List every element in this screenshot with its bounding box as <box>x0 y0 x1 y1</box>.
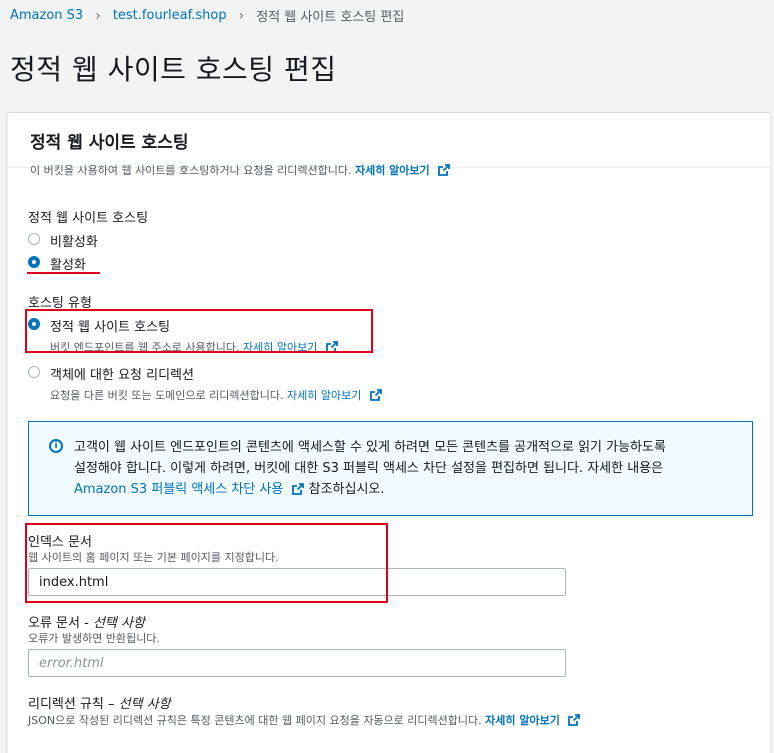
info-line-3: Amazon S3 퍼블릭 액세스 차단 사용 참조하십시오. <box>74 479 732 500</box>
panel-desc-text: 이 버킷을 사용하여 웹 사이트를 호스팅하거나 요청을 리디렉션합니다. <box>30 164 352 177</box>
error-doc-input[interactable]: error.html <box>28 649 566 677</box>
external-link-icon[interactable] <box>369 389 382 401</box>
chevron-right-icon: › <box>238 7 245 24</box>
radio-selected-icon[interactable] <box>28 256 40 268</box>
radio-redirect-desc: 요청을 다른 버킷 또는 도메인으로 리디렉션합니다. 자세히 알아보기 <box>50 387 382 403</box>
learn-more-link[interactable]: 자세히 알아보기 <box>485 714 560 727</box>
breadcrumb-s3[interactable]: Amazon S3 <box>10 8 83 23</box>
breadcrumb: Amazon S3 › test.fourleaf.shop › 정적 웹 사이… <box>10 6 405 26</box>
chevron-right-icon: › <box>95 7 101 24</box>
radio-circle-icon[interactable] <box>28 366 40 378</box>
error-doc-label: 오류 문서 - 선택 사항 <box>28 612 145 631</box>
optional-tag: 선택 사항 <box>92 616 145 631</box>
panel-title: 정적 웹 사이트 호스팅 <box>30 133 189 153</box>
radio-disable-label: 비활성화 <box>50 235 98 250</box>
info-icon: i <box>49 439 63 453</box>
static-desc-text: 버킷 엔드포인트를 웹 주소로 사용합니다. <box>50 341 240 354</box>
radio-redirect[interactable]: 객체에 대한 요청 리디렉션 요청을 다른 버킷 또는 도메인으로 리디렉션합니… <box>28 364 382 403</box>
hosting-type-label: 호스팅 유형 <box>28 296 92 311</box>
radio-disable[interactable]: 비활성화 <box>28 231 98 250</box>
breadcrumb-current: 정적 웹 사이트 호스팅 편집 <box>256 10 405 25</box>
radio-static-desc: 버킷 엔드포인트를 웹 주소로 사용합니다. 자세히 알아보기 <box>50 339 338 355</box>
redirect-desc-text: 요청을 다른 버킷 또는 도메인으로 리디렉션합니다. <box>50 389 284 402</box>
external-link-icon[interactable] <box>438 164 451 176</box>
panel-description: 이 버킷을 사용하여 웹 사이트를 호스팅하거나 요청을 리디렉션합니다. 자세… <box>30 162 748 178</box>
info-tail: 참조하십시오. <box>308 482 385 497</box>
index-doc-input[interactable]: index.html <box>28 568 566 596</box>
learn-more-link[interactable]: 자세히 알아보기 <box>243 341 317 354</box>
external-link-icon[interactable] <box>292 483 305 495</box>
redirect-rules-label-text: 리디렉션 규칙 – <box>28 697 119 712</box>
hosting-label: 정적 웹 사이트 호스팅 <box>28 211 149 226</box>
external-link-icon[interactable] <box>568 714 581 726</box>
radio-static-label: 정적 웹 사이트 호스팅 <box>50 320 171 335</box>
learn-more-link[interactable]: 자세히 알아보기 <box>355 164 430 177</box>
optional-tag: 선택 사항 <box>118 697 171 712</box>
page-title: 정적 웹 사이트 호스팅 편집 <box>10 53 337 86</box>
block-public-access-link[interactable]: Amazon S3 퍼블릭 액세스 차단 사용 <box>74 482 283 497</box>
radio-circle-icon[interactable] <box>28 233 40 245</box>
highlight-underline <box>27 272 100 274</box>
radio-redirect-label: 객체에 대한 요청 리디렉션 <box>50 368 194 383</box>
breadcrumb-bucket[interactable]: test.fourleaf.shop <box>113 8 227 23</box>
index-doc-label: 인덱스 문서 <box>28 535 92 550</box>
error-doc-label-text: 오류 문서 - <box>28 616 93 631</box>
radio-static-hosting[interactable]: 정적 웹 사이트 호스팅 버킷 엔드포인트를 웹 주소로 사용합니다. 자세히 … <box>28 316 338 355</box>
radio-enable-label: 활성화 <box>50 258 86 273</box>
redirect-rules-desc: JSON으로 작성된 리디렉션 규칙은 특정 콘텐츠에 대한 웹 페이지 요청을… <box>28 712 581 728</box>
redirect-rules-desc-text: JSON으로 작성된 리디렉션 규칙은 특정 콘텐츠에 대한 웹 페이지 요청을… <box>28 714 482 727</box>
error-doc-desc: 오류가 발생하면 반환됩니다. <box>28 632 160 645</box>
redirect-rules-label: 리디렉션 규칙 – 선택 사항 <box>28 693 171 712</box>
info-alert: i 고객이 웹 사이트 엔드포인트의 콘텐츠에 액세스할 수 있게 하려면 모든… <box>28 421 753 516</box>
radio-enable[interactable]: 활성화 <box>28 254 86 273</box>
panel-header: 정적 웹 사이트 호스팅 이 버킷을 사용하여 웹 사이트를 호스팅하거나 요청… <box>8 113 770 177</box>
learn-more-link[interactable]: 자세히 알아보기 <box>287 389 361 402</box>
info-line-2: 설정해야 합니다. 이렇게 하려면, 버킷에 대한 S3 퍼블릭 액세스 차단 … <box>74 461 664 476</box>
external-link-icon[interactable] <box>325 341 338 353</box>
info-line-1: 고객이 웹 사이트 엔드포인트의 콘텐츠에 액세스할 수 있게 하려면 모든 콘… <box>74 440 666 455</box>
index-doc-desc: 웹 사이트의 홈 페이지 또는 기본 페이지를 지정합니다. <box>28 551 279 564</box>
radio-selected-icon[interactable] <box>28 318 40 330</box>
